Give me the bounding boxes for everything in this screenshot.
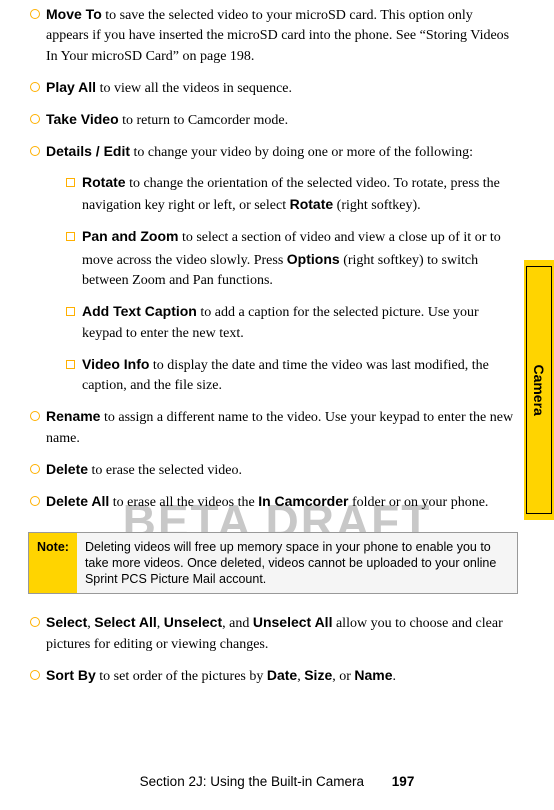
list-item: Add Text Caption to add a caption for th… — [46, 301, 518, 344]
text: , and — [222, 616, 253, 631]
list-item: Rotate to change the orientation of the … — [46, 172, 518, 217]
list-item: Move To to save the selected video to yo… — [28, 4, 518, 67]
term: Move To — [46, 6, 102, 22]
bullet-list-2: Rotate to change the orientation of the … — [46, 172, 518, 397]
list-item: Delete All to erase all the videos the I… — [28, 491, 518, 513]
text: to erase all the videos the — [109, 495, 258, 510]
term: Delete — [46, 461, 88, 477]
list-item: Sort By to set order of the pictures by … — [28, 665, 518, 687]
list-item: Delete to erase the selected video. — [28, 459, 518, 481]
list-item: Rename to assign a different name to the… — [28, 406, 518, 449]
term: Unselect All — [253, 614, 333, 630]
term: Details / Edit — [46, 143, 130, 159]
footer-section: Section 2J: Using the Built-in Camera — [140, 774, 364, 789]
list-item: Select, Select All, Unselect, and Unsele… — [28, 612, 518, 655]
term: Play All — [46, 79, 96, 95]
list-item: Details / Edit to change your video by d… — [28, 141, 518, 396]
text: to change your video by doing one or mor… — [130, 145, 473, 160]
bullet-list-1: Move To to save the selected video to yo… — [28, 4, 518, 514]
note-box: Note: Deleting videos will free up memor… — [28, 532, 518, 595]
page-footer: Section 2J: Using the Built-in Camera 19… — [0, 772, 554, 792]
text: , or — [332, 669, 354, 684]
section-tab-label: Camera — [529, 364, 549, 415]
term: Rotate — [82, 174, 126, 190]
term: Rename — [46, 408, 100, 424]
text: . — [393, 669, 397, 684]
list-item: Video Info to display the date and time … — [46, 354, 518, 397]
list-item: Take Video to return to Camcorder mode. — [28, 109, 518, 131]
term: Select All — [94, 614, 157, 630]
text: to erase the selected video. — [88, 463, 242, 478]
term: Video Info — [82, 356, 149, 372]
list-item: Pan and Zoom to select a section of vide… — [46, 226, 518, 291]
term: Take Video — [46, 111, 119, 127]
term: Pan and Zoom — [82, 228, 178, 244]
section-tab-inner: Camera — [526, 266, 552, 514]
term: Options — [287, 251, 340, 267]
text: (right softkey). — [333, 198, 420, 213]
text: , — [157, 616, 164, 631]
term: Date — [267, 667, 297, 683]
section-tab: Camera — [524, 260, 554, 520]
text: to view all the videos in sequence. — [96, 81, 292, 96]
page-content: Move To to save the selected video to yo… — [28, 4, 518, 687]
list-item: Play All to view all the videos in seque… — [28, 77, 518, 99]
text: to set order of the pictures by — [96, 669, 267, 684]
term: Rotate — [290, 196, 334, 212]
text: to save the selected video to your micro… — [46, 8, 509, 64]
term: Add Text Caption — [82, 303, 197, 319]
note-text: Deleting videos will free up memory spac… — [77, 533, 517, 594]
term: In Camcorder — [258, 493, 348, 509]
term: Sort By — [46, 667, 96, 683]
text: to assign a different name to the video.… — [46, 410, 513, 445]
page-number: 197 — [392, 774, 415, 789]
term: Size — [304, 667, 332, 683]
term: Delete All — [46, 493, 109, 509]
term: Name — [354, 667, 392, 683]
text: folder or on your phone. — [348, 495, 488, 510]
term: Unselect — [164, 614, 222, 630]
text: to return to Camcorder mode. — [119, 113, 289, 128]
bullet-list-3: Select, Select All, Unselect, and Unsele… — [28, 612, 518, 687]
term: Select — [46, 614, 87, 630]
note-label: Note: — [29, 533, 77, 594]
